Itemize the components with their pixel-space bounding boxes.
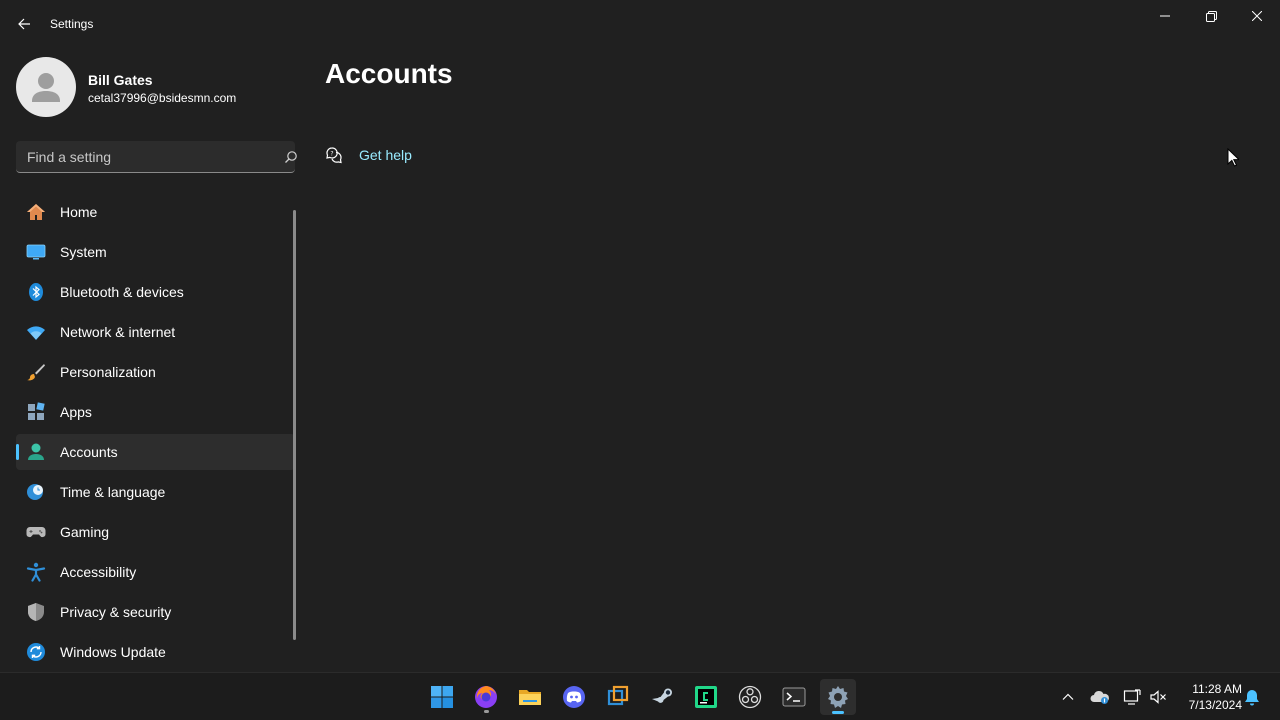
restore-button[interactable] xyxy=(1188,0,1234,32)
app-title: Settings xyxy=(50,17,94,31)
bluetooth-icon xyxy=(26,282,46,302)
sidebar-item-apps[interactable]: Apps xyxy=(16,394,295,430)
title-bar: Settings xyxy=(0,0,1280,48)
sidebar-item-privacy[interactable]: Privacy & security xyxy=(16,594,295,630)
taskbar-app-obs[interactable] xyxy=(732,679,768,715)
gamepad-icon xyxy=(26,522,46,542)
sidebar-item-label: Apps xyxy=(60,404,92,420)
running-indicator xyxy=(484,710,489,713)
taskbar-app-firefox[interactable] xyxy=(468,679,504,715)
close-button[interactable] xyxy=(1234,0,1280,32)
sidebar-item-label: Home xyxy=(60,204,98,220)
taskbar-clock[interactable]: 11:28 AM 7/13/2024 xyxy=(1176,681,1242,713)
taskbar-app-settings[interactable] xyxy=(820,679,856,715)
firefox-icon xyxy=(475,686,497,708)
back-button[interactable] xyxy=(10,10,38,38)
get-help-label: Get help xyxy=(359,147,412,163)
taskbar-app-virtualbox[interactable] xyxy=(600,679,636,715)
taskbar-app-terminal[interactable] xyxy=(776,679,812,715)
page-title: Accounts xyxy=(325,58,453,89)
help-chat-icon: ? xyxy=(326,147,342,164)
sidebar-item-label: Windows Update xyxy=(60,644,166,660)
apps-icon xyxy=(26,402,46,422)
sidebar-item-system[interactable]: System xyxy=(16,234,295,270)
minimize-icon xyxy=(1160,15,1170,17)
onedrive-tray-button[interactable] xyxy=(1090,687,1110,707)
virtualbox-icon xyxy=(607,685,629,706)
sidebar-nav: Home System Bluetooth & devices Network … xyxy=(16,194,295,674)
sidebar-item-label: Bluetooth & devices xyxy=(60,284,184,300)
sidebar-item-bluetooth[interactable]: Bluetooth & devices xyxy=(16,274,295,310)
discord-icon xyxy=(563,686,585,708)
accessibility-icon xyxy=(26,562,46,582)
search-icon[interactable] xyxy=(284,150,298,164)
user-name: Bill Gates xyxy=(88,72,153,88)
sidebar-item-label: Accessibility xyxy=(60,564,137,580)
back-arrow-icon xyxy=(18,18,30,30)
user-silhouette-icon xyxy=(32,73,60,102)
user-email: cetal37996@bsidesmn.com xyxy=(88,91,237,105)
settings-window: Settings Bill Gates cetal37996@bsidesmn.… xyxy=(0,0,1280,672)
terminal-icon xyxy=(782,687,806,707)
bell-icon xyxy=(1245,690,1259,706)
pycharm-icon xyxy=(695,686,717,708)
sidebar-item-windows-update[interactable]: Windows Update xyxy=(16,634,295,670)
sidebar-item-label: Privacy & security xyxy=(60,604,172,620)
mouse-cursor-icon xyxy=(1227,148,1239,167)
brush-icon xyxy=(26,362,46,382)
onedrive-icon xyxy=(1090,690,1109,704)
windows-logo-icon xyxy=(431,686,453,708)
clock-time: 11:28 AM xyxy=(1192,682,1242,696)
start-button[interactable] xyxy=(424,679,460,715)
taskbar-app-steam[interactable] xyxy=(644,679,680,715)
active-indicator xyxy=(832,711,844,714)
taskbar: 11:28 AM 7/13/2024 xyxy=(0,672,1280,720)
obs-icon xyxy=(738,685,762,709)
clock-date: 7/13/2024 xyxy=(1188,698,1242,712)
wifi-icon xyxy=(26,322,46,342)
accounts-icon xyxy=(26,442,46,462)
sidebar-scrollbar[interactable] xyxy=(293,210,296,640)
volume-muted-icon xyxy=(1150,690,1166,704)
sidebar-item-label: Network & internet xyxy=(60,324,176,340)
minimize-button[interactable] xyxy=(1142,0,1188,32)
get-help-link[interactable]: ? Get help xyxy=(325,143,412,167)
sidebar-item-label: Accounts xyxy=(60,444,118,460)
sidebar-item-accessibility[interactable]: Accessibility xyxy=(16,554,295,590)
sidebar-item-personalization[interactable]: Personalization xyxy=(16,354,295,390)
chevron-up-icon xyxy=(1062,693,1074,700)
sidebar-item-label: Gaming xyxy=(60,524,110,540)
sidebar-item-accounts[interactable]: Accounts xyxy=(16,434,295,470)
notifications-button[interactable] xyxy=(1242,687,1262,707)
avatar[interactable] xyxy=(16,57,76,117)
taskbar-app-file-explorer[interactable] xyxy=(512,679,548,715)
system-icon xyxy=(26,242,46,262)
close-icon xyxy=(1252,11,1262,21)
shield-icon xyxy=(26,602,46,622)
home-icon xyxy=(26,202,46,222)
search-input[interactable] xyxy=(16,141,261,172)
restore-icon xyxy=(1205,10,1217,22)
svg-text:?: ? xyxy=(330,151,333,158)
sidebar-item-label: System xyxy=(60,244,107,260)
folder-icon xyxy=(519,690,541,705)
show-hidden-icons-button[interactable] xyxy=(1058,687,1078,707)
sidebar-item-gaming[interactable]: Gaming xyxy=(16,514,295,550)
taskbar-app-discord[interactable] xyxy=(556,679,592,715)
sidebar-item-label: Time & language xyxy=(60,484,166,500)
volume-tray-button[interactable] xyxy=(1148,687,1168,707)
update-icon xyxy=(26,642,46,662)
globe-clock-icon xyxy=(26,482,46,502)
steam-icon xyxy=(652,688,672,703)
sidebar-item-network[interactable]: Network & internet xyxy=(16,314,295,350)
network-monitor-icon xyxy=(1123,689,1141,705)
taskbar-app-pycharm[interactable] xyxy=(688,679,724,715)
sidebar-item-time-language[interactable]: Time & language xyxy=(16,474,295,510)
sidebar-item-home[interactable]: Home xyxy=(16,194,295,230)
search-box xyxy=(16,141,298,173)
network-tray-button[interactable] xyxy=(1122,687,1142,707)
settings-gear-icon xyxy=(828,686,848,708)
sidebar-item-label: Personalization xyxy=(60,364,156,380)
